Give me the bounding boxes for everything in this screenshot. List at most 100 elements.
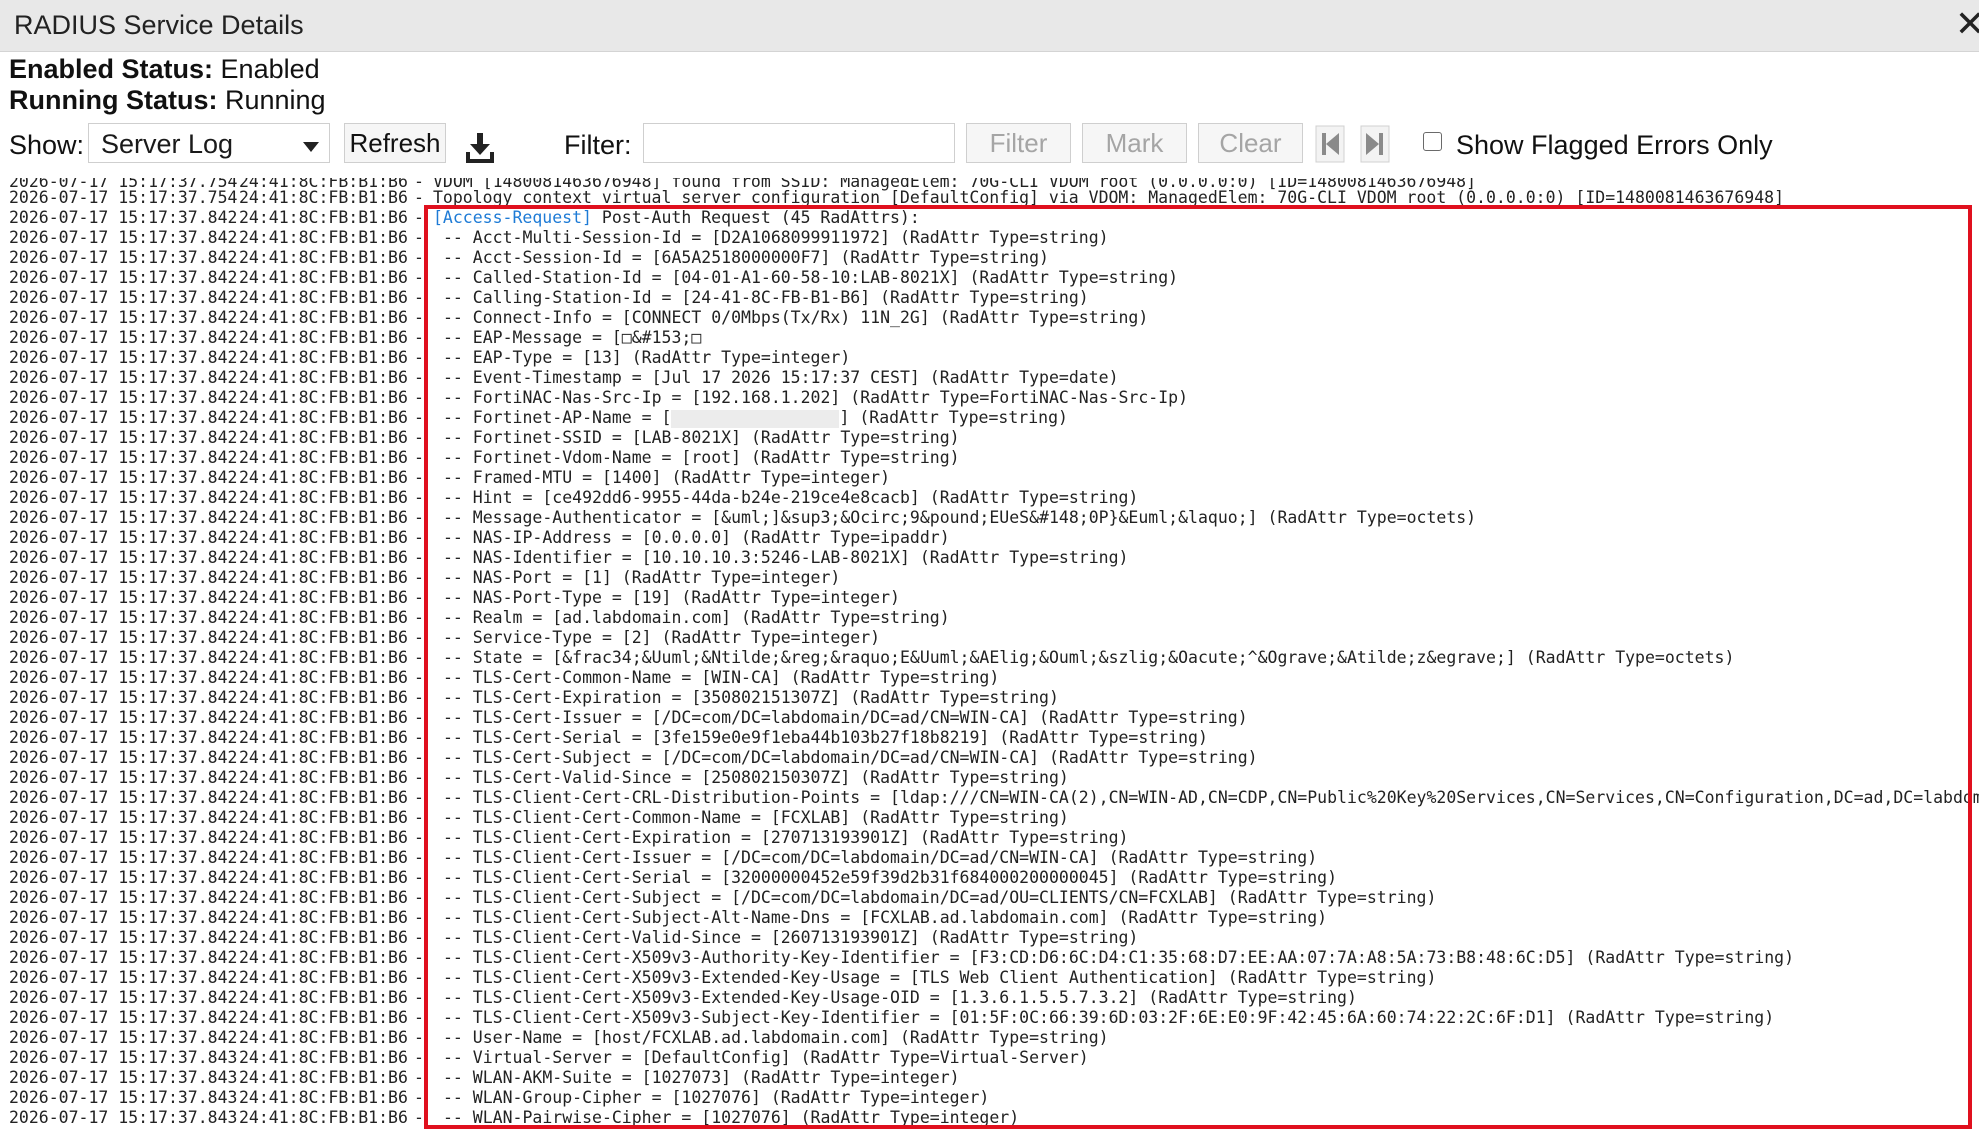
log-message-text: -- NAS-Port-Type = [19] (RadAttr Type=in… [443,588,900,607]
log-separator: - [414,1028,424,1047]
log-timestamp: 2026-07-17 15:17:37.842 [9,428,238,447]
log-timestamp: 2026-07-17 15:17:37.842 [9,288,238,307]
mark-button[interactable]: Mark [1082,123,1187,163]
log-mac: 24:41:8C:FB:B1:B6 [239,888,408,907]
log-timestamp: 2026-07-17 15:17:37.842 [9,488,238,507]
log-timestamp: 2026-07-17 15:17:37.842 [9,568,238,587]
log-message: -- TLS-Client-Cert-X509v3-Authority-Key-… [443,948,1794,968]
log-separator: - [414,1008,424,1027]
log-separator: - [414,1108,424,1127]
log-message-text: -- User-Name = [host/FCXLAB.ad.labdomain… [443,1028,1109,1047]
log-mac: 24:41:8C:FB:B1:B6 [239,388,408,407]
enabled-status-value: Enabled [220,54,320,84]
log-timestamp: 2026-07-17 15:17:37.842 [9,308,238,327]
log-separator: - [414,648,424,667]
log-separator: - [414,308,424,327]
first-page-icon[interactable] [1315,125,1345,163]
log-separator: - [414,408,424,427]
log-separator: - [414,908,424,927]
log-message: -- NAS-Port-Type = [19] (RadAttr Type=in… [443,588,900,608]
log-mac: 24:41:8C:FB:B1:B6 [239,868,408,887]
redacted-value [671,409,840,428]
log-separator: - [414,928,424,947]
log-message-text: -- TLS-Cert-Serial = [3fe159e0e9f1eba44b… [443,728,1208,747]
log-separator: - [414,548,424,567]
log-timestamp: 2026-07-17 15:17:37.842 [9,228,238,247]
log-mac: 24:41:8C:FB:B1:B6 [239,768,408,787]
log-message-text: -- TLS-Client-Cert-X509v3-Subject-Key-Id… [443,1008,1775,1027]
log-mac: 24:41:8C:FB:B1:B6 [239,968,408,987]
log-timestamp: 2026-07-17 15:17:37.842 [9,368,238,387]
server-log[interactable]: 2026-07-17 15:17:37.754 24:41:8C:FB:B1:B… [9,178,1979,1133]
filter-button[interactable]: Filter [966,123,1071,163]
log-message: -- Fortinet-AP-Name = [] (RadAttr Type=s… [443,408,1068,428]
log-mac: 24:41:8C:FB:B1:B6 [239,368,408,387]
log-mac: 24:41:8C:FB:B1:B6 [239,288,408,307]
log-separator: - [414,1048,424,1067]
log-separator: - [414,768,424,787]
log-line: 2026-07-17 15:17:37.754 24:41:8C:FB:B1:B… [9,188,1784,208]
log-timestamp: 2026-07-17 15:17:37.842 [9,808,238,827]
log-separator: - [414,228,424,247]
log-message-text: -- TLS-Client-Cert-X509v3-Extended-Key-U… [443,988,1357,1007]
log-message: -- State = [&frac34;&Uuml;&Ntilde;&reg;&… [443,648,1734,668]
filter-input[interactable] [643,123,955,163]
log-message: -- Calling-Station-Id = [24-41-8C-FB-B1-… [443,288,1089,308]
log-message-text: -- Event-Timestamp = [Jul 17 2026 15:17:… [443,368,1119,387]
log-mac: 24:41:8C:FB:B1:B6 [239,228,408,247]
log-timestamp: 2026-07-17 15:17:37.842 [9,648,238,667]
log-separator: - [414,848,424,867]
close-icon[interactable]: ✕ [1955,6,1979,42]
log-timestamp: 2026-07-17 15:17:37.843 [9,1068,238,1087]
log-timestamp: 2026-07-17 15:17:37.842 [9,348,238,367]
log-message: -- NAS-Port = [1] (RadAttr Type=integer) [443,568,840,588]
log-mac: 24:41:8C:FB:B1:B6 [239,1068,408,1087]
log-toolbar: Show: Server Log Refresh Filter: Filter … [0,120,1979,170]
log-timestamp: 2026-07-17 15:17:37.842 [9,408,238,427]
log-message: -- TLS-Cert-Subject = [/DC=com/DC=labdom… [443,748,1258,768]
running-status-value: Running [225,85,326,115]
log-message: [Access-Request] Post-Auth Request (45 R… [433,208,920,228]
show-select[interactable]: Server Log [88,123,330,163]
log-message: -- Connect-Info = [CONNECT 0/0Mbps(Tx/Rx… [443,308,1148,328]
log-separator: - [414,608,424,627]
log-separator: - [414,268,424,287]
log-message: -- TLS-Cert-Common-Name = [WIN-CA] (RadA… [443,668,999,688]
log-mac: 24:41:8C:FB:B1:B6 [239,528,408,547]
log-timestamp: 2026-07-17 15:17:37.842 [9,708,238,727]
log-mac: 24:41:8C:FB:B1:B6 [239,508,408,527]
log-mac: 24:41:8C:FB:B1:B6 [239,688,408,707]
log-separator: - [414,988,424,1007]
log-mac: 24:41:8C:FB:B1:B6 [239,628,408,647]
download-icon[interactable] [465,128,495,166]
log-message: -- Fortinet-Vdom-Name = [root] (RadAttr … [443,448,960,468]
log-message-text: -- Fortinet-SSID = [LAB-8021X] (RadAttr … [443,428,960,447]
log-message-text: -- TLS-Client-Cert-Subject-Alt-Name-Dns … [443,908,1328,927]
clear-button[interactable]: Clear [1198,123,1303,163]
log-timestamp: 2026-07-17 15:17:37.842 [9,788,238,807]
log-message-text: -- TLS-Client-Cert-Common-Name = [FCXLAB… [443,808,1069,827]
log-mac: 24:41:8C:FB:B1:B6 [239,268,408,287]
log-timestamp: 2026-07-17 15:17:37.842 [9,968,238,987]
log-mac: 24:41:8C:FB:B1:B6 [239,468,408,487]
log-separator: - [414,248,424,267]
flagged-errors-checkbox[interactable] [1423,132,1442,151]
log-message-text: -- TLS-Client-Cert-CRL-Distribution-Poin… [443,788,1979,807]
log-message: -- Realm = [ad.labdomain.com] (RadAttr T… [443,608,950,628]
last-page-icon[interactable] [1360,125,1390,163]
log-message: -- TLS-Client-Cert-Subject = [/DC=com/DC… [443,888,1436,908]
log-message: -- Event-Timestamp = [Jul 17 2026 15:17:… [443,368,1119,388]
log-separator: - [414,748,424,767]
log-mac: 24:41:8C:FB:B1:B6 [239,1028,408,1047]
log-mac: 24:41:8C:FB:B1:B6 [239,1108,408,1127]
log-timestamp: 2026-07-17 15:17:37.843 [9,1108,238,1127]
log-message: -- Virtual-Server = [DefaultConfig] (Rad… [443,1048,1089,1068]
log-mac: 24:41:8C:FB:B1:B6 [239,448,408,467]
log-separator: - [414,888,424,907]
log-mac: 24:41:8C:FB:B1:B6 [239,308,408,327]
log-separator: - [414,1088,424,1107]
log-timestamp: 2026-07-17 15:17:37.842 [9,468,238,487]
enabled-status-label: Enabled Status: [9,54,214,84]
refresh-button[interactable]: Refresh [344,123,446,163]
log-mac: 24:41:8C:FB:B1:B6 [239,788,408,807]
